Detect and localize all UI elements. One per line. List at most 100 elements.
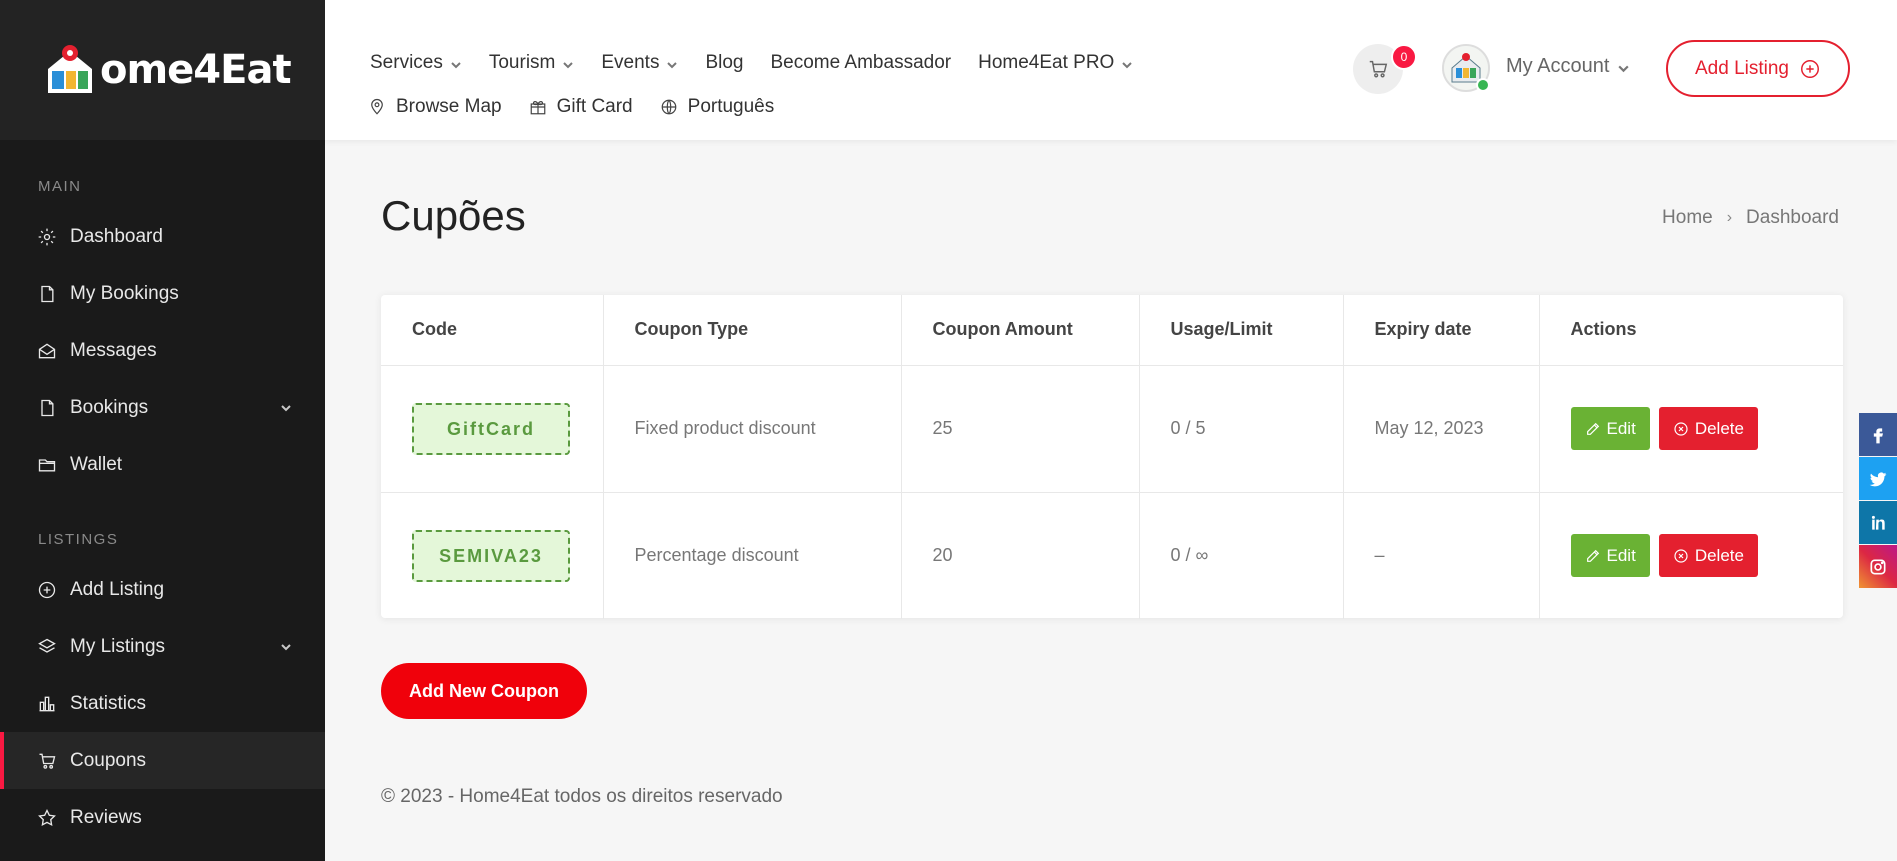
coupons-table-card: Code Coupon Type Coupon Amount Usage/Lim…: [381, 295, 1843, 619]
gear-icon: [36, 226, 58, 248]
delete-label: Delete: [1694, 418, 1744, 438]
breadcrumb-home[interactable]: Home: [1662, 207, 1713, 229]
delete-button[interactable]: Delete: [1658, 407, 1758, 450]
delete-button[interactable]: Delete: [1658, 534, 1758, 578]
column-header: Usage/Limit: [1139, 295, 1344, 366]
cell-type: Percentage discount: [603, 492, 902, 619]
linkedin-icon[interactable]: [1859, 501, 1897, 544]
my-account-menu[interactable]: My Account: [1506, 55, 1630, 78]
logo[interactable]: ome4Eat: [0, 0, 325, 140]
layers-icon: [36, 636, 58, 658]
chevron-down-icon[interactable]: [279, 638, 293, 660]
cell-actions: Edit Delete: [1539, 365, 1843, 493]
table-row: GiftCard Fixed product discount 25 0 / 5…: [381, 365, 1843, 493]
column-header: Coupon Amount: [901, 295, 1140, 366]
edit-label: Edit: [1606, 418, 1636, 438]
sidebar-item-label: Coupons: [70, 749, 147, 771]
envelope-icon: [36, 340, 58, 362]
plus-circle-icon: [1801, 59, 1819, 78]
sidebar-item-label: Dashboard: [70, 225, 163, 247]
twitter-icon[interactable]: [1859, 457, 1897, 500]
facebook-icon[interactable]: [1859, 413, 1897, 456]
menu-label: Services: [370, 52, 443, 73]
menu-item-language[interactable]: Português: [660, 96, 775, 118]
cell-amount: 20: [901, 492, 1140, 619]
sidebar: ome4Eat Main Dashboard My Bookings Messa…: [0, 0, 325, 861]
sidebar-item-my-listings[interactable]: My Listings: [0, 618, 325, 675]
coupons-table: Code Coupon Type Coupon Amount Usage/Lim…: [381, 295, 1843, 619]
menu-item-home4eat-pro[interactable]: Home4Eat PRO: [978, 52, 1133, 74]
nav-section-listings: Listings: [38, 531, 119, 548]
cart-icon: [36, 750, 58, 772]
logo-text: ome4Eat: [100, 47, 292, 93]
instagram-icon[interactable]: [1859, 545, 1897, 588]
sidebar-item-statistics[interactable]: Statistics: [0, 675, 325, 732]
breadcrumb-dashboard: Dashboard: [1746, 207, 1839, 228]
chevron-down-icon: [451, 61, 461, 68]
document-icon: [36, 283, 58, 305]
column-header: Actions: [1539, 295, 1843, 366]
document-icon: [36, 397, 58, 419]
sidebar-item-reviews[interactable]: Reviews: [0, 789, 325, 846]
menu-label: Tourism: [488, 52, 556, 73]
sidebar-item-label: Reviews: [70, 806, 142, 828]
menu-label: Browse Map: [396, 96, 502, 117]
edit-button[interactable]: Edit: [1570, 407, 1650, 450]
sidebar-item-bookings[interactable]: Bookings: [0, 379, 325, 436]
cell-expiry: May 12, 2023: [1343, 365, 1540, 493]
menu-item-browse-map[interactable]: Browse Map: [368, 96, 502, 118]
sidebar-item-label: Wallet: [70, 453, 123, 475]
edit-icon: [1586, 422, 1599, 435]
chevron-down-icon: [1122, 61, 1133, 68]
sidebar-item-coupons[interactable]: Coupons: [0, 732, 325, 789]
menu-item-gift-card[interactable]: Gift Card: [529, 96, 633, 118]
add-new-coupon-button[interactable]: Add New Coupon: [381, 663, 587, 719]
sidebar-item-add-listing[interactable]: Add Listing: [0, 561, 325, 618]
nav-section-main: Main: [38, 178, 82, 195]
account-label: My Account: [1506, 55, 1610, 77]
edit-label: Edit: [1606, 545, 1636, 565]
menu-item-tourism[interactable]: Tourism: [489, 52, 575, 74]
top-header: Services Tourism Events Blog Become Amba…: [325, 0, 1897, 140]
map-pin-icon: [371, 98, 383, 115]
menu-label: Blog: [705, 52, 744, 73]
sidebar-item-dashboard[interactable]: Dashboard: [0, 208, 325, 265]
column-header: Coupon Type: [603, 295, 902, 366]
sidebar-item-my-bookings[interactable]: My Bookings: [0, 265, 325, 322]
menu-label: Gift Card: [556, 96, 633, 117]
chevron-down-icon: [1618, 65, 1629, 72]
cart-icon: [1369, 60, 1388, 78]
delete-label: Delete: [1694, 545, 1744, 565]
menu-item-blog[interactable]: Blog: [705, 52, 743, 74]
menu-label: Português: [687, 96, 775, 117]
menu-label: Become Ambassador: [770, 52, 952, 73]
main-menu: Services Tourism Events Blog Become Amba…: [370, 52, 1133, 74]
chevron-down-icon[interactable]: [279, 399, 293, 421]
close-circle-icon: [1674, 421, 1688, 436]
cell-usage: 0 / ∞: [1139, 492, 1344, 619]
column-header: Code: [381, 295, 604, 366]
edit-button[interactable]: Edit: [1570, 534, 1650, 578]
menu-item-become-ambassador[interactable]: Become Ambassador: [771, 52, 952, 74]
cell-code: SEMIVA23: [381, 492, 604, 619]
menu-item-services[interactable]: Services: [370, 52, 462, 74]
table-row: SEMIVA23 Percentage discount 20 0 / ∞ – …: [381, 492, 1843, 619]
globe-icon: [661, 99, 676, 115]
cell-actions: Edit Delete: [1539, 492, 1843, 619]
chevron-down-icon: [563, 61, 574, 68]
folder-icon: [36, 454, 58, 476]
chevron-down-icon: [667, 61, 678, 68]
secondary-menu: Browse Map Gift Card Português: [368, 96, 774, 118]
social-share-bar: [1859, 413, 1897, 589]
footer-copyright: © 2023 - Home4Eat todos os direitos rese…: [381, 786, 783, 807]
bar-chart-icon: [36, 693, 58, 715]
add-listing-button[interactable]: Add Listing: [1666, 40, 1850, 97]
plus-circle-icon: [36, 579, 58, 601]
sidebar-item-messages[interactable]: Messages: [0, 322, 325, 379]
page-title: Cupões: [381, 192, 526, 239]
coupon-code-badge: GiftCard: [412, 402, 570, 455]
cell-amount: 25: [901, 365, 1140, 493]
menu-item-events[interactable]: Events: [601, 52, 678, 74]
logo-house-icon: [42, 43, 98, 97]
sidebar-item-wallet[interactable]: Wallet: [0, 436, 325, 493]
